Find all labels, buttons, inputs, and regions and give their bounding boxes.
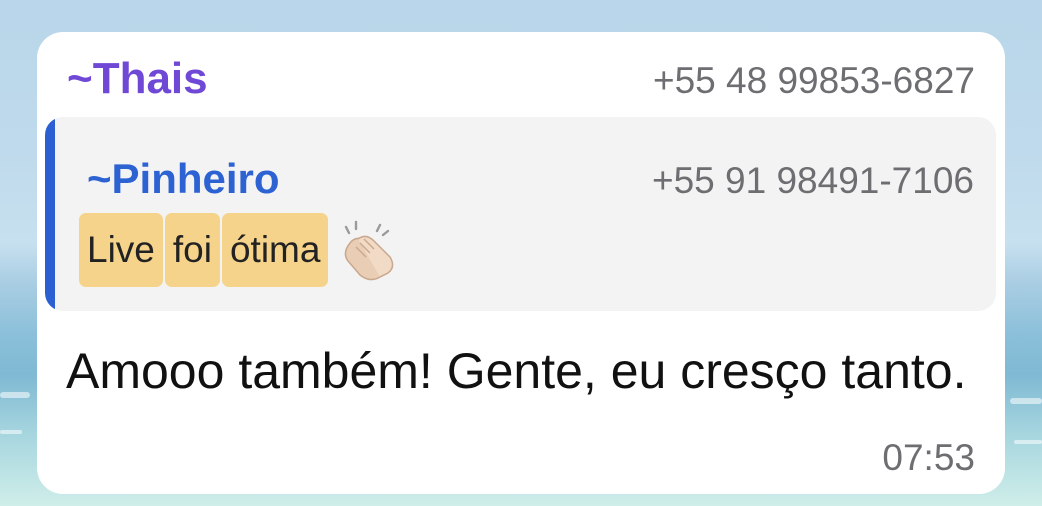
quoted-message[interactable]: ~Pinheiro +55 91 98491-7106 Live foi óti… bbox=[45, 117, 996, 311]
wallpaper-wave bbox=[0, 392, 30, 398]
highlighted-word: Live bbox=[79, 213, 163, 287]
quoted-sender-name-text: Pinheiro bbox=[111, 155, 280, 202]
highlighted-word: ótima bbox=[221, 213, 329, 287]
wallpaper-wave bbox=[0, 430, 22, 434]
wallpaper-wave bbox=[1010, 398, 1042, 404]
sender-row: ~Thais +55 48 99853-6827 bbox=[67, 54, 975, 104]
message-text: Amooo também! Gente, eu cresço tanto. bbox=[66, 343, 967, 399]
message-bubble[interactable]: ~Thais +55 48 99853-6827 ~Pinheiro +55 9… bbox=[37, 32, 1005, 494]
wallpaper-wave bbox=[1014, 440, 1042, 444]
quoted-sender-prefix: ~ bbox=[87, 155, 112, 202]
sender-prefix: ~ bbox=[67, 54, 93, 103]
quoted-text: Live foi ótima bbox=[79, 213, 398, 287]
sender-name-text: Thais bbox=[92, 54, 208, 103]
sender-name[interactable]: ~Thais bbox=[67, 54, 208, 104]
clapping-hands-icon bbox=[345, 220, 394, 281]
message-timestamp: 07:53 bbox=[882, 437, 975, 478]
quoted-sender-name: ~Pinheiro bbox=[87, 155, 280, 203]
quoted-sender-phone: +55 91 98491-7106 bbox=[652, 160, 974, 201]
quote-accent-bar bbox=[45, 117, 55, 311]
highlighted-word: foi bbox=[164, 213, 220, 287]
sender-phone[interactable]: +55 48 99853-6827 bbox=[653, 56, 975, 106]
